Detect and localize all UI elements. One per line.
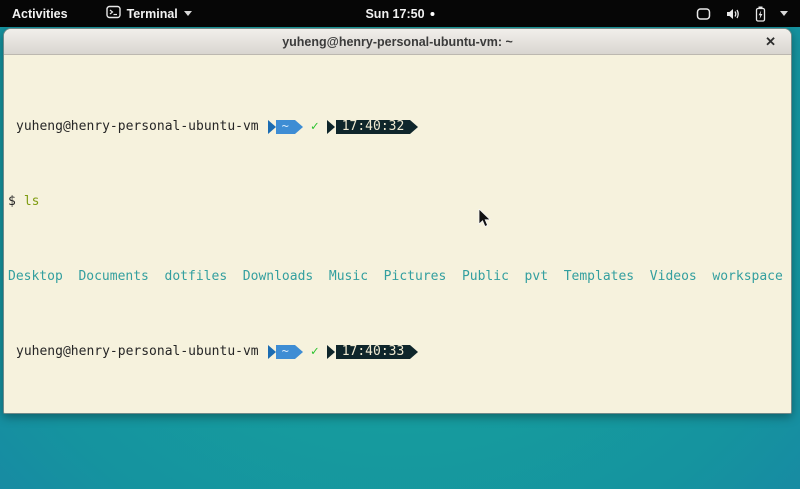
chevron-down-icon [780, 11, 788, 16]
powerline-prompt: ~ ✓ 17:40:32 [268, 119, 419, 134]
volume-icon [725, 7, 741, 21]
app-menu[interactable]: Terminal [106, 5, 192, 22]
close-button[interactable]: ✕ [765, 29, 776, 54]
powerline-prompt: ~ ✓ 17:40:33 [268, 344, 419, 359]
powerline-arrow-icon [268, 120, 276, 134]
command-line: $ ls [8, 194, 791, 209]
clock[interactable]: Sun 17:50 [365, 7, 434, 21]
powerline-arrow-icon [295, 345, 303, 359]
powerline-arrow-icon [410, 345, 418, 359]
clock-label: Sun 17:50 [365, 7, 424, 21]
time-segment: 17:40:32 [336, 120, 411, 134]
window-titlebar[interactable]: yuheng@henry-personal-ubuntu-vm: ~ ✕ [4, 29, 791, 55]
terminal-window: yuheng@henry-personal-ubuntu-vm: ~ ✕ yuh… [3, 28, 792, 414]
powerline-arrow-icon [410, 120, 418, 134]
status-check-icon: ✓ [311, 119, 319, 134]
status-check-icon: ✓ [311, 344, 319, 359]
terminal-icon [106, 5, 121, 22]
notification-dot [431, 12, 435, 16]
prompt-symbol: $ [8, 194, 16, 209]
powerline-arrow-icon [327, 120, 335, 134]
window-title: yuheng@henry-personal-ubuntu-vm: ~ [282, 35, 513, 49]
cwd-segment: ~ [276, 120, 295, 134]
app-menu-label: Terminal [127, 7, 178, 21]
powerline-arrow-icon [327, 345, 335, 359]
terminal-screen[interactable]: yuheng@henry-personal-ubuntu-vm ~ ✓ 17:4… [4, 55, 791, 413]
prompt-line: yuheng@henry-personal-ubuntu-vm ~ ✓ 17:4… [8, 119, 791, 134]
user-host: yuheng@henry-personal-ubuntu-vm [16, 344, 259, 359]
mouse-cursor [478, 209, 492, 229]
activities-button[interactable]: Activities [10, 3, 70, 25]
ls-output-line: Desktop Documents dotfiles Downloads Mus… [8, 269, 791, 284]
powerline-arrow-icon [295, 120, 303, 134]
top-bar: Activities Terminal Sun 17:50 [0, 0, 800, 27]
time-segment: 17:40:33 [336, 345, 411, 359]
cwd-segment: ~ [276, 345, 295, 359]
screen-icon [696, 7, 711, 21]
powerline-arrow-icon [268, 345, 276, 359]
prompt-line: yuheng@henry-personal-ubuntu-vm ~ ✓ 17:4… [8, 344, 791, 359]
system-tray[interactable] [696, 6, 788, 22]
chevron-down-icon [184, 11, 192, 16]
command-text: ls [24, 194, 40, 209]
user-host: yuheng@henry-personal-ubuntu-vm [16, 119, 259, 134]
battery-charging-icon [755, 6, 766, 22]
